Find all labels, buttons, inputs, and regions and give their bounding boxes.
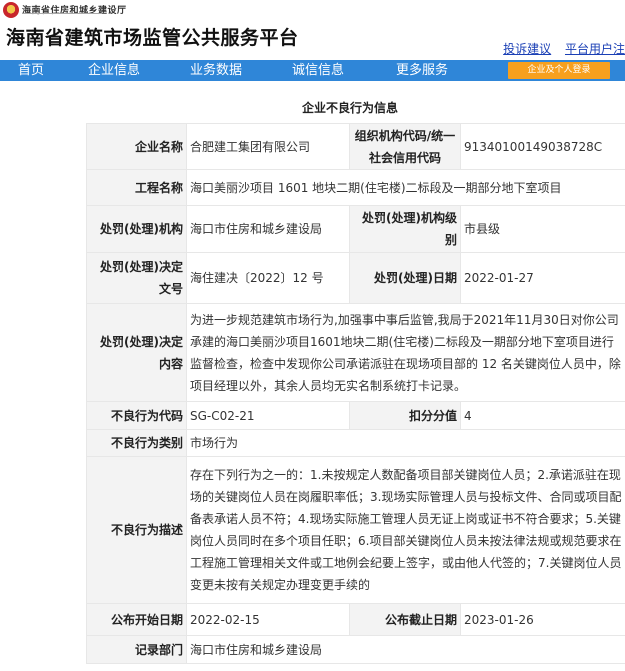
project-name-label: 工程名称 xyxy=(86,169,187,206)
decision-number-value: 海住建决〔2022〕12 号 xyxy=(186,252,350,304)
decision-date-label: 处罚(处理)日期 xyxy=(349,252,461,304)
main-navbar: 首页 企业信息 业务数据 诚信信息 更多服务 企业及个人登录 xyxy=(0,60,625,81)
decision-number-label: 处罚(处理)决定文号 xyxy=(86,252,187,304)
publish-end-label: 公布截止日期 xyxy=(349,603,461,636)
table-row: 公布开始日期 2022-02-15 公布截止日期 2023-01-26 xyxy=(86,603,625,636)
top-links: 投诉建议 平台用户注 xyxy=(493,40,625,57)
company-name-label: 企业名称 xyxy=(86,123,187,170)
behavior-code-label: 不良行为代码 xyxy=(86,401,187,430)
publish-end-value: 2023-01-26 xyxy=(460,603,625,636)
behavior-description-value: 存在下列行为之一的：1.未按规定人数配备项目部关键岗位人员；2.承诺派驻在现场的… xyxy=(186,456,625,604)
behavior-category-label: 不良行为类别 xyxy=(86,429,187,457)
emblem-icon xyxy=(3,2,19,18)
main-content: 企业不良行为信息 企业名称 合肥建工集团有限公司 组织机构代码/统一社会信用代码… xyxy=(0,81,625,671)
login-button[interactable]: 企业及个人登录 xyxy=(508,62,610,79)
nav-enterprise-info[interactable]: 企业信息 xyxy=(88,60,140,81)
company-name-value: 合肥建工集团有限公司 xyxy=(186,123,350,170)
table-row: 处罚(处理)决定内容 为进一步规范建筑市场行为,加强事中事后监管,我局于2021… xyxy=(86,303,625,402)
site-title: 海南省建筑市场监管公共服务平台 xyxy=(6,27,299,49)
table-row: 不良行为代码 SG-C02-21 扣分分值 4 xyxy=(86,401,625,430)
decision-date-value: 2022-01-27 xyxy=(460,252,625,304)
behavior-code-value: SG-C02-21 xyxy=(186,401,350,430)
nav-business-data[interactable]: 业务数据 xyxy=(190,60,242,81)
publish-start-label: 公布开始日期 xyxy=(86,603,187,636)
user-register-link[interactable]: 平台用户注 xyxy=(565,42,625,56)
table-row: 处罚(处理)机构 海口市住房和城乡建设局 处罚(处理)机构级别 市县级 xyxy=(86,205,625,253)
table-row: 工程名称 海口美丽沙项目 1601 地块二期(住宅楼)二标段及一期部分地下室项目 xyxy=(86,169,625,206)
decision-content-value: 为进一步规范建筑市场行为,加强事中事后监管,我局于2021年11月30日对你公司… xyxy=(186,303,625,402)
deduction-value: 4 xyxy=(460,401,625,430)
behavior-category-value: 市场行为 xyxy=(186,429,625,457)
table-row: 处罚(处理)决定文号 海住建决〔2022〕12 号 处罚(处理)日期 2022-… xyxy=(86,252,625,304)
table-row: 记录部门 海口市住房和城乡建设局 xyxy=(86,635,625,664)
section-title: 企业不良行为信息 xyxy=(301,101,398,115)
project-name-value: 海口美丽沙项目 1601 地块二期(住宅楼)二标段及一期部分地下室项目 xyxy=(186,169,625,206)
complaint-link[interactable]: 投诉建议 xyxy=(503,42,551,56)
agency-value: 海口市住房和城乡建设局 xyxy=(186,205,350,253)
deduction-label: 扣分分值 xyxy=(349,401,461,430)
behavior-description-label: 不良行为描述 xyxy=(86,456,187,604)
decision-content-label: 处罚(处理)决定内容 xyxy=(86,303,187,402)
record-department-value: 海口市住房和城乡建设局 xyxy=(186,635,625,664)
org-code-label: 组织机构代码/统一社会信用代码 xyxy=(349,123,461,170)
agency-level-label: 处罚(处理)机构级别 xyxy=(349,205,461,253)
table-row: 企业名称 合肥建工集团有限公司 组织机构代码/统一社会信用代码 91340100… xyxy=(86,123,625,170)
nav-more-services[interactable]: 更多服务 xyxy=(396,60,448,81)
bad-behavior-table: 企业名称 合肥建工集团有限公司 组织机构代码/统一社会信用代码 91340100… xyxy=(86,123,625,664)
table-row: 不良行为类别 市场行为 xyxy=(86,429,625,457)
record-department-label: 记录部门 xyxy=(86,635,187,664)
org-code-value: 91340100149038728C xyxy=(460,123,625,170)
table-row: 不良行为描述 存在下列行为之一的：1.未按规定人数配备项目部关键岗位人员；2.承… xyxy=(86,456,625,604)
department-divider xyxy=(22,13,102,15)
agency-label: 处罚(处理)机构 xyxy=(86,205,187,253)
top-header: 海南省住房和城乡建设厅 海南省建筑市场监管公共服务平台 投诉建议 平台用户注 xyxy=(0,0,625,60)
agency-level-value: 市县级 xyxy=(460,205,625,253)
nav-home[interactable]: 首页 xyxy=(18,60,44,81)
publish-start-value: 2022-02-15 xyxy=(186,603,350,636)
nav-credit-info[interactable]: 诚信信息 xyxy=(292,60,344,81)
